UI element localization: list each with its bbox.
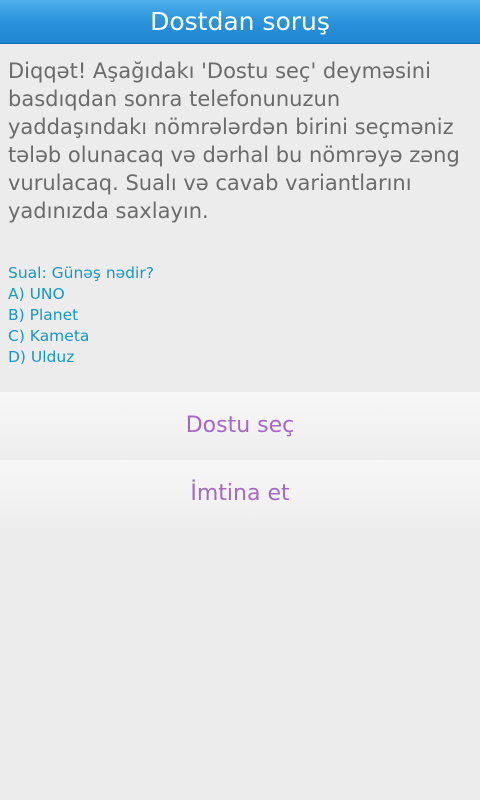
warning-message: Diqqət! Aşağıdakı 'Dostu seç' deyməsini … bbox=[8, 59, 460, 223]
page-title: Dostdan soruş bbox=[150, 7, 330, 36]
action-buttons: Dostu seç İmtina et bbox=[0, 392, 480, 527]
answer-option-d: D) Ulduz bbox=[8, 348, 75, 366]
title-bar: Dostdan soruş bbox=[0, 0, 480, 44]
cancel-button[interactable]: İmtina et bbox=[0, 460, 480, 527]
question-text: Sual: Günəş nədir? bbox=[8, 264, 154, 282]
screen: Dostdan soruş Diqqət! Aşağıdakı 'Dostu s… bbox=[0, 0, 480, 800]
answer-option-a: A) UNO bbox=[8, 285, 65, 303]
answer-option-b: B) Planet bbox=[8, 306, 79, 324]
question-block: Sual: Günəş nədir? A) UNO B) Planet C) K… bbox=[8, 263, 472, 368]
choose-friend-button[interactable]: Dostu seç bbox=[0, 392, 480, 459]
answer-option-c: C) Kameta bbox=[8, 327, 90, 345]
